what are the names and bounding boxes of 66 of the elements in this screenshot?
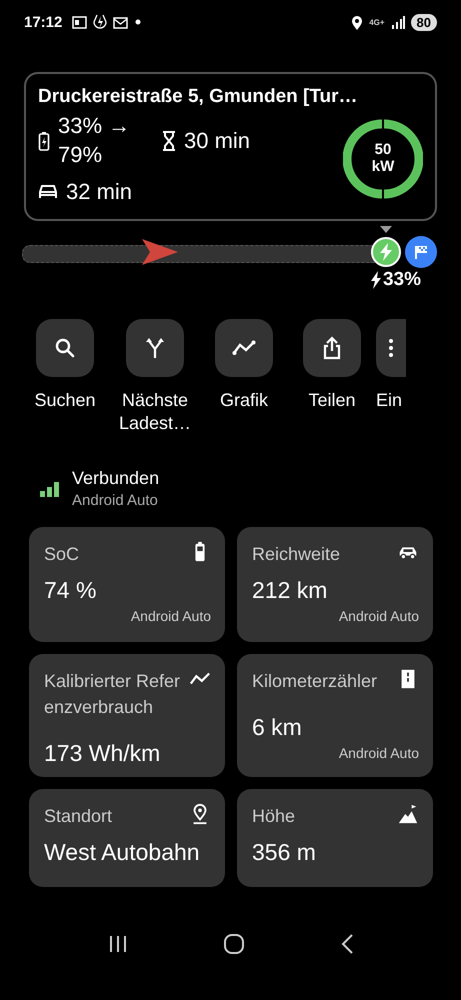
data-tile[interactable]: SoC 74 % Android Auto bbox=[29, 527, 225, 642]
bolt-icon bbox=[379, 243, 393, 262]
clock: 17:12 bbox=[24, 14, 62, 30]
action-button[interactable] bbox=[303, 319, 361, 378]
data-tile[interactable]: Höhe 356 m bbox=[237, 789, 433, 888]
checkered-flag-icon bbox=[413, 244, 429, 260]
tile-title: Höhe bbox=[252, 805, 296, 828]
action-label: Nächste Ladest… bbox=[118, 389, 192, 434]
arrival-soc: 33% bbox=[382, 269, 421, 292]
charging-power: 50 kW bbox=[370, 142, 396, 176]
action-label: Grafik bbox=[218, 389, 269, 412]
tile-value: 173 Wh/km bbox=[44, 740, 162, 768]
action-button[interactable] bbox=[36, 319, 94, 378]
network-type: 4G+ bbox=[369, 18, 385, 26]
bolt-icon bbox=[370, 271, 382, 290]
tile-value: West Autobahn bbox=[44, 839, 201, 866]
power-ring-icon bbox=[343, 118, 423, 199]
drive-time: 32 min bbox=[66, 179, 132, 206]
home-icon[interactable] bbox=[222, 933, 244, 956]
charger-marker[interactable] bbox=[371, 237, 401, 268]
tile-title: SoC bbox=[44, 543, 80, 566]
soc-range: 33% → 79% bbox=[58, 112, 132, 169]
search-icon bbox=[53, 336, 77, 360]
tile-title: Standort bbox=[44, 805, 112, 828]
action-label: Ein bbox=[376, 389, 404, 412]
data-tile[interactable]: Kilometerzähler 6 km Android Auto bbox=[237, 654, 433, 778]
recent-apps-icon[interactable] bbox=[108, 935, 128, 954]
action-label: Teilen bbox=[307, 389, 357, 412]
action-button[interactable] bbox=[215, 319, 273, 378]
car-icon bbox=[38, 184, 58, 200]
action-button[interactable] bbox=[376, 319, 406, 378]
back-icon[interactable] bbox=[340, 934, 354, 954]
tile-value: 356 m bbox=[252, 839, 317, 866]
charger-address: Druckereistraße 5, Gmunden [Tur… bbox=[38, 86, 359, 108]
connection-status: Verbunden bbox=[72, 468, 160, 490]
tile-title: Kalibrierter Referenzverbrauch bbox=[44, 670, 181, 720]
data-tile[interactable]: Reichweite 212 km Android Auto bbox=[237, 527, 433, 642]
fork-arrows-icon bbox=[143, 336, 167, 360]
tile-source: Android Auto bbox=[130, 608, 211, 624]
marker-pointer-icon bbox=[380, 226, 392, 234]
action-button[interactable] bbox=[126, 319, 184, 378]
mountain-flag-icon bbox=[397, 803, 419, 826]
tile-source: Android Auto bbox=[338, 745, 419, 762]
location-icon bbox=[351, 14, 364, 30]
battery-icon bbox=[38, 130, 50, 151]
hourglass-icon bbox=[162, 130, 176, 151]
connection-source: Android Auto bbox=[72, 492, 159, 510]
connection-bars-icon bbox=[40, 480, 60, 497]
action-label: Suchen bbox=[33, 389, 97, 412]
tile-title: Kilometerzähler bbox=[252, 670, 378, 694]
data-tile[interactable]: Standort West Autobahn bbox=[29, 789, 225, 888]
charge-stop-card[interactable]: Druckereistraße 5, Gmunden [Tur… 33% → 79% 30 min 50 kW 32 min bbox=[24, 72, 437, 222]
tile-title: Reichweite bbox=[252, 543, 340, 566]
signal-icon bbox=[390, 16, 405, 28]
destination-marker[interactable] bbox=[405, 236, 437, 268]
data-tile[interactable]: Kalibrierter Referenzverbrauch 173 Wh/km bbox=[29, 654, 225, 778]
battery-level: 80 bbox=[410, 14, 437, 30]
mail-icon bbox=[113, 16, 128, 28]
tile-value: 6 km bbox=[252, 714, 303, 742]
tile-source: Android Auto bbox=[338, 608, 419, 624]
more-icon bbox=[389, 339, 393, 358]
tile-value: 74 % bbox=[44, 577, 98, 604]
charge-time: 30 min bbox=[184, 128, 250, 154]
charging-bolt-icon bbox=[93, 14, 108, 30]
notification-dot-icon bbox=[134, 18, 142, 26]
tile-value: 212 km bbox=[252, 577, 328, 604]
